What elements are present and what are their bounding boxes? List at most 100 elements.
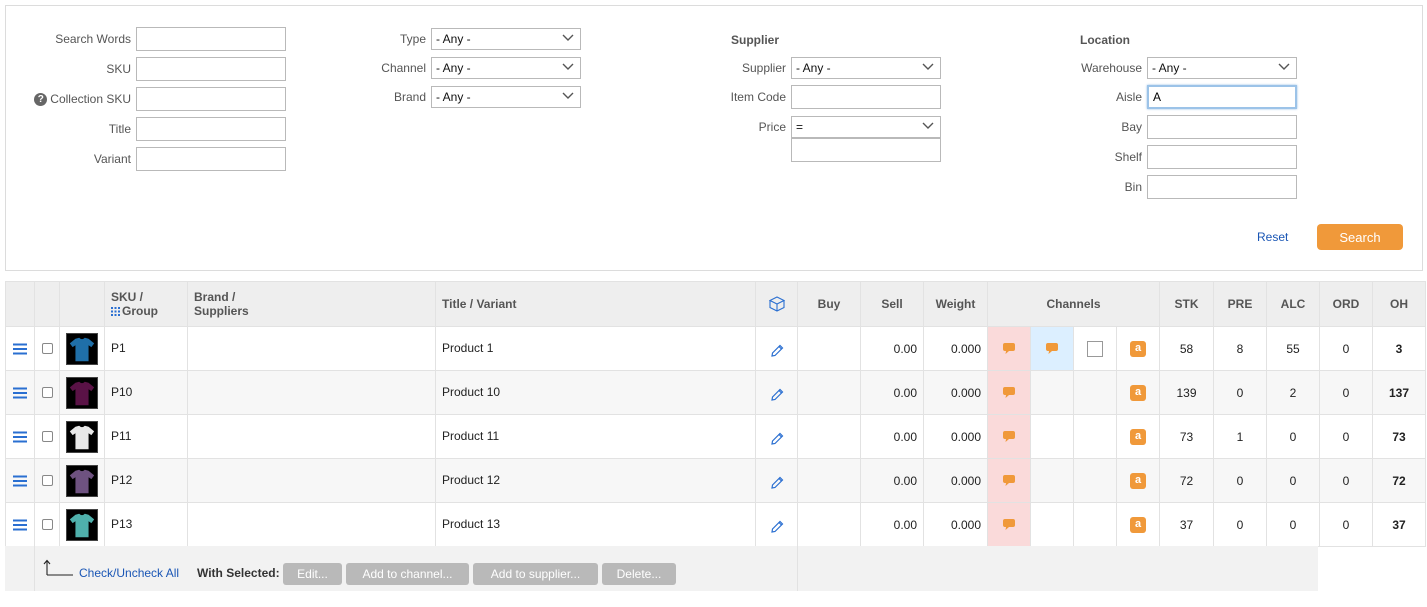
delete-button[interactable]: Delete... <box>602 563 676 585</box>
header-ord[interactable]: ORD <box>1319 281 1374 327</box>
channel-1-cell[interactable] <box>987 502 1031 547</box>
header-package[interactable] <box>755 281 798 327</box>
header-oh[interactable]: OH <box>1372 281 1427 327</box>
stk-cell: 139 <box>1159 370 1215 415</box>
add-to-channel-button[interactable]: Add to channel... <box>346 563 469 585</box>
channel-1-cell[interactable] <box>987 458 1031 503</box>
brand-select[interactable]: - Any - <box>431 86 581 108</box>
info-icon[interactable]: ? <box>34 93 48 106</box>
channel-2-cell[interactable] <box>1030 458 1074 503</box>
pencil-icon[interactable] <box>770 388 784 402</box>
brand-row: Brand - Any - <box>331 85 581 109</box>
amazon-icon[interactable]: a <box>1130 472 1146 489</box>
title-cell[interactable]: Product 1 <box>435 326 756 371</box>
menu-icon[interactable] <box>13 343 27 355</box>
row-checkbox[interactable] <box>41 343 53 354</box>
channel-1-cell[interactable] <box>987 370 1031 415</box>
sku-cell[interactable]: P10 <box>104 370 188 415</box>
aisle-input[interactable] <box>1147 85 1297 109</box>
amazon-icon[interactable]: a <box>1130 516 1146 533</box>
pre-cell: 1 <box>1213 414 1268 459</box>
sku-cell[interactable]: P13 <box>104 502 188 547</box>
title-input[interactable] <box>136 117 286 141</box>
menu-icon[interactable] <box>13 387 27 399</box>
channel-1-cell[interactable] <box>987 414 1031 459</box>
header-buy[interactable]: Buy <box>797 281 861 327</box>
channel-3-cell[interactable] <box>1073 502 1117 547</box>
title-cell[interactable]: Product 10 <box>435 370 756 415</box>
channel-3-cell[interactable] <box>1073 458 1117 503</box>
search-words-input[interactable] <box>136 27 286 51</box>
edit-button[interactable]: Edit... <box>283 563 342 585</box>
sku-input[interactable] <box>136 57 286 81</box>
amazon-icon[interactable]: a <box>1130 384 1146 401</box>
channel-amazon-cell[interactable]: a <box>1115 326 1161 371</box>
row-checkbox[interactable] <box>41 431 53 442</box>
channel-amazon-cell[interactable]: a <box>1115 414 1161 459</box>
price-value-input[interactable] <box>791 138 941 162</box>
channel-3-cell[interactable] <box>1073 414 1117 459</box>
channel-3-cell[interactable] <box>1073 326 1117 371</box>
header-alc[interactable]: ALC <box>1266 281 1321 327</box>
channel-2-cell[interactable] <box>1030 326 1074 371</box>
search-button[interactable]: Search <box>1317 224 1403 250</box>
product-thumbnail[interactable] <box>66 464 98 497</box>
amazon-icon[interactable]: a <box>1130 428 1146 445</box>
row-select-cell <box>34 414 60 459</box>
product-thumbnail[interactable] <box>66 420 98 453</box>
channel-1-cell[interactable] <box>987 326 1031 371</box>
title-cell[interactable]: Product 13 <box>435 502 756 547</box>
supplier-select[interactable]: - Any - <box>791 57 941 79</box>
header-weight[interactable]: Weight <box>923 281 988 327</box>
channel-amazon-cell[interactable]: a <box>1115 370 1161 415</box>
amazon-icon[interactable]: a <box>1130 340 1146 357</box>
title-cell[interactable]: Product 11 <box>435 414 756 459</box>
row-checkbox[interactable] <box>41 387 53 398</box>
header-brand-suppliers[interactable]: Brand / Suppliers <box>187 281 436 327</box>
channel-select[interactable]: - Any - <box>431 57 581 79</box>
channel-2-cell[interactable] <box>1030 414 1074 459</box>
variant-label: Variant <box>93 152 131 166</box>
item-code-input[interactable] <box>791 85 941 109</box>
row-checkbox[interactable] <box>41 519 53 530</box>
warehouse-select-value: - Any - <box>1152 61 1187 75</box>
bin-input[interactable] <box>1147 175 1297 199</box>
channel-checkbox[interactable] <box>1087 340 1103 357</box>
channel-2-cell[interactable] <box>1030 370 1074 415</box>
warehouse-select[interactable]: - Any - <box>1147 57 1297 79</box>
sku-cell[interactable]: P12 <box>104 458 188 503</box>
price-operator-select[interactable]: = <box>791 116 941 138</box>
add-to-supplier-button[interactable]: Add to supplier... <box>473 563 598 585</box>
collection-sku-input[interactable] <box>136 87 286 111</box>
header-sell[interactable]: Sell <box>860 281 924 327</box>
header-title-variant[interactable]: Title / Variant <box>435 281 756 327</box>
menu-icon[interactable] <box>13 519 27 531</box>
pencil-icon[interactable] <box>770 432 784 446</box>
sku-cell[interactable]: P1 <box>104 326 188 371</box>
header-pre[interactable]: PRE <box>1213 281 1268 327</box>
type-select[interactable]: - Any - <box>431 28 581 50</box>
bay-input[interactable] <box>1147 115 1297 139</box>
menu-icon[interactable] <box>13 431 27 443</box>
product-thumbnail[interactable] <box>66 376 98 409</box>
channel-amazon-cell[interactable]: a <box>1115 502 1161 547</box>
reset-link[interactable]: Reset <box>1257 230 1288 244</box>
product-thumbnail[interactable] <box>66 332 98 365</box>
row-checkbox[interactable] <box>41 475 53 486</box>
header-sku-group[interactable]: SKU / Group <box>104 281 188 327</box>
sku-cell[interactable]: P11 <box>104 414 188 459</box>
pencil-icon[interactable] <box>770 520 784 534</box>
product-thumbnail[interactable] <box>66 508 98 541</box>
channel-2-cell[interactable] <box>1030 502 1074 547</box>
pencil-icon[interactable] <box>770 344 784 358</box>
title-cell[interactable]: Product 12 <box>435 458 756 503</box>
channel-3-cell[interactable] <box>1073 370 1117 415</box>
check-all-link[interactable]: Check/Uncheck All <box>79 566 179 580</box>
table-row: P12 Product 12 0.00 0.000 a 72 0 0 0 72 <box>5 458 1427 503</box>
pencil-icon[interactable] <box>770 476 784 490</box>
channel-amazon-cell[interactable]: a <box>1115 458 1161 503</box>
menu-icon[interactable] <box>13 475 27 487</box>
variant-input[interactable] <box>136 147 286 171</box>
shelf-input[interactable] <box>1147 145 1297 169</box>
header-stk[interactable]: STK <box>1159 281 1215 327</box>
